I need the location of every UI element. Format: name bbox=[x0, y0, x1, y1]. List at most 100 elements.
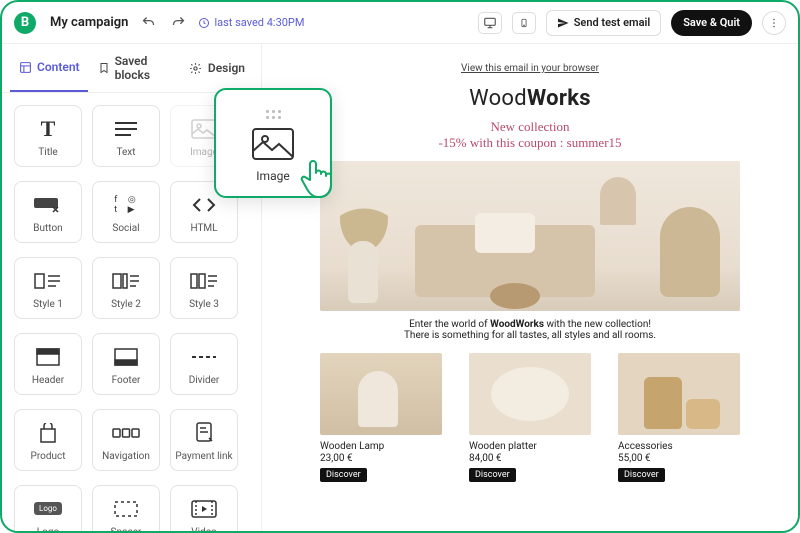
block-footer[interactable]: Footer bbox=[92, 333, 160, 395]
block-title[interactable]: T Title bbox=[14, 105, 82, 167]
promo-line1: New collection bbox=[320, 119, 740, 135]
undo-icon[interactable] bbox=[138, 13, 158, 33]
tab-content-label: Content bbox=[37, 60, 80, 74]
block-text[interactable]: Text bbox=[92, 105, 160, 167]
bookmark-icon bbox=[98, 61, 110, 75]
html-icon bbox=[191, 191, 217, 219]
promo-line2: -15% with this coupon : summer15 bbox=[320, 135, 740, 151]
button-icon bbox=[33, 191, 63, 219]
hero-image bbox=[320, 161, 740, 311]
intro-text-2: There is something for all tastes, all s… bbox=[320, 330, 740, 341]
block-style2[interactable]: Style 2 bbox=[92, 257, 160, 319]
block-header-label: Header bbox=[32, 375, 64, 386]
block-spacer-label: Spacer bbox=[111, 527, 142, 532]
cursor-hand-icon bbox=[296, 156, 336, 200]
email-preview: View this email in your browser WoodWork… bbox=[320, 60, 740, 482]
divider-icon bbox=[191, 343, 217, 371]
block-logo-label: Logo bbox=[37, 527, 59, 532]
text-icon bbox=[113, 115, 139, 143]
dragging-image-block[interactable]: Image bbox=[214, 88, 332, 198]
social-icon: f ◎t ▶ bbox=[114, 191, 137, 219]
desktop-preview-icon[interactable] bbox=[478, 12, 502, 34]
block-navigation[interactable]: Navigation bbox=[92, 409, 160, 471]
product-price: 23,00 € bbox=[320, 453, 442, 464]
style1-icon bbox=[34, 267, 62, 295]
block-logo[interactable]: Logo Logo bbox=[14, 485, 82, 531]
product-name: Wooden Lamp bbox=[320, 441, 442, 452]
block-divider-label: Divider bbox=[189, 375, 220, 386]
product-name: Wooden platter bbox=[469, 441, 591, 452]
block-style1[interactable]: Style 1 bbox=[14, 257, 82, 319]
tab-design[interactable]: Design bbox=[181, 44, 253, 92]
block-style3-label: Style 3 bbox=[189, 299, 219, 310]
block-payment-link[interactable]: Payment link bbox=[170, 409, 238, 471]
tab-saved-blocks[interactable]: Saved blocks bbox=[90, 44, 179, 92]
payment-icon bbox=[194, 419, 214, 447]
video-icon bbox=[191, 495, 217, 523]
product-image bbox=[618, 353, 740, 435]
navigation-icon bbox=[112, 419, 140, 447]
last-saved[interactable]: last saved 4:30PM bbox=[198, 16, 304, 29]
logo-icon: Logo bbox=[34, 495, 62, 523]
block-product[interactable]: Product bbox=[14, 409, 82, 471]
discover-button[interactable]: Discover bbox=[320, 468, 367, 482]
last-saved-text: last saved 4:30PM bbox=[214, 16, 304, 29]
tab-saved-label: Saved blocks bbox=[115, 54, 171, 82]
product-icon bbox=[37, 419, 59, 447]
brand-part1: Wood bbox=[469, 86, 527, 111]
product-card[interactable]: Wooden platter 84,00 € Discover bbox=[469, 353, 591, 482]
discover-button[interactable]: Discover bbox=[618, 468, 665, 482]
block-spacer[interactable]: Spacer bbox=[92, 485, 160, 531]
block-header[interactable]: Header bbox=[14, 333, 82, 395]
view-in-browser-link[interactable]: View this email in your browser bbox=[461, 63, 599, 74]
send-test-label: Send test email bbox=[574, 16, 651, 29]
intro-b: with the new collection! bbox=[544, 319, 651, 330]
block-style1-label: Style 1 bbox=[33, 299, 63, 310]
block-social-label: Social bbox=[112, 223, 139, 234]
block-button[interactable]: Button bbox=[14, 181, 82, 243]
tab-design-label: Design bbox=[208, 61, 245, 75]
block-text-label: Text bbox=[116, 147, 135, 158]
content-tab-icon bbox=[18, 60, 32, 74]
more-menu-icon[interactable] bbox=[762, 11, 786, 35]
tab-content[interactable]: Content bbox=[10, 44, 88, 92]
block-social[interactable]: f ◎t ▶ Social bbox=[92, 181, 160, 243]
product-card[interactable]: Accessories 55,00 € Discover bbox=[618, 353, 740, 482]
intro-a: Enter the world of bbox=[409, 319, 490, 330]
intro-bold: WoodWorks bbox=[490, 319, 544, 330]
brand-part2: Works bbox=[527, 86, 591, 111]
block-style3[interactable]: Style 3 bbox=[170, 257, 238, 319]
redo-icon[interactable] bbox=[168, 13, 188, 33]
product-card[interactable]: Wooden Lamp 23,00 € Discover bbox=[320, 353, 442, 482]
gear-icon bbox=[189, 61, 203, 75]
product-price: 55,00 € bbox=[618, 453, 740, 464]
brand-logo[interactable]: B bbox=[14, 12, 36, 34]
send-test-button[interactable]: Send test email bbox=[546, 10, 662, 36]
product-name: Accessories bbox=[618, 441, 740, 452]
dragging-block-label: Image bbox=[256, 169, 289, 183]
brand-heading: WoodWorks bbox=[320, 86, 740, 111]
email-canvas[interactable]: View this email in your browser WoodWork… bbox=[262, 44, 798, 531]
drag-grip-icon bbox=[266, 110, 281, 119]
style3-icon bbox=[190, 267, 218, 295]
spacer-icon bbox=[114, 495, 138, 523]
block-video[interactable]: Video bbox=[170, 485, 238, 531]
discover-button[interactable]: Discover bbox=[469, 468, 516, 482]
title-icon: T bbox=[41, 115, 56, 143]
block-html-label: HTML bbox=[190, 223, 217, 234]
mobile-preview-icon[interactable] bbox=[512, 12, 536, 34]
block-divider[interactable]: Divider bbox=[170, 333, 238, 395]
app-frame: B My campaign last saved 4:30PM Send tes… bbox=[0, 0, 800, 533]
save-quit-label: Save & Quit bbox=[683, 16, 740, 29]
product-image bbox=[469, 353, 591, 435]
footer-icon bbox=[114, 343, 138, 371]
product-price: 84,00 € bbox=[469, 453, 591, 464]
block-style2-label: Style 2 bbox=[111, 299, 141, 310]
block-product-label: Product bbox=[31, 451, 66, 462]
save-quit-button[interactable]: Save & Quit bbox=[671, 10, 752, 36]
block-video-label: Video bbox=[191, 527, 216, 532]
header-icon bbox=[36, 343, 60, 371]
product-image bbox=[320, 353, 442, 435]
topbar: B My campaign last saved 4:30PM Send tes… bbox=[2, 2, 798, 44]
block-title-label: Title bbox=[38, 147, 57, 158]
